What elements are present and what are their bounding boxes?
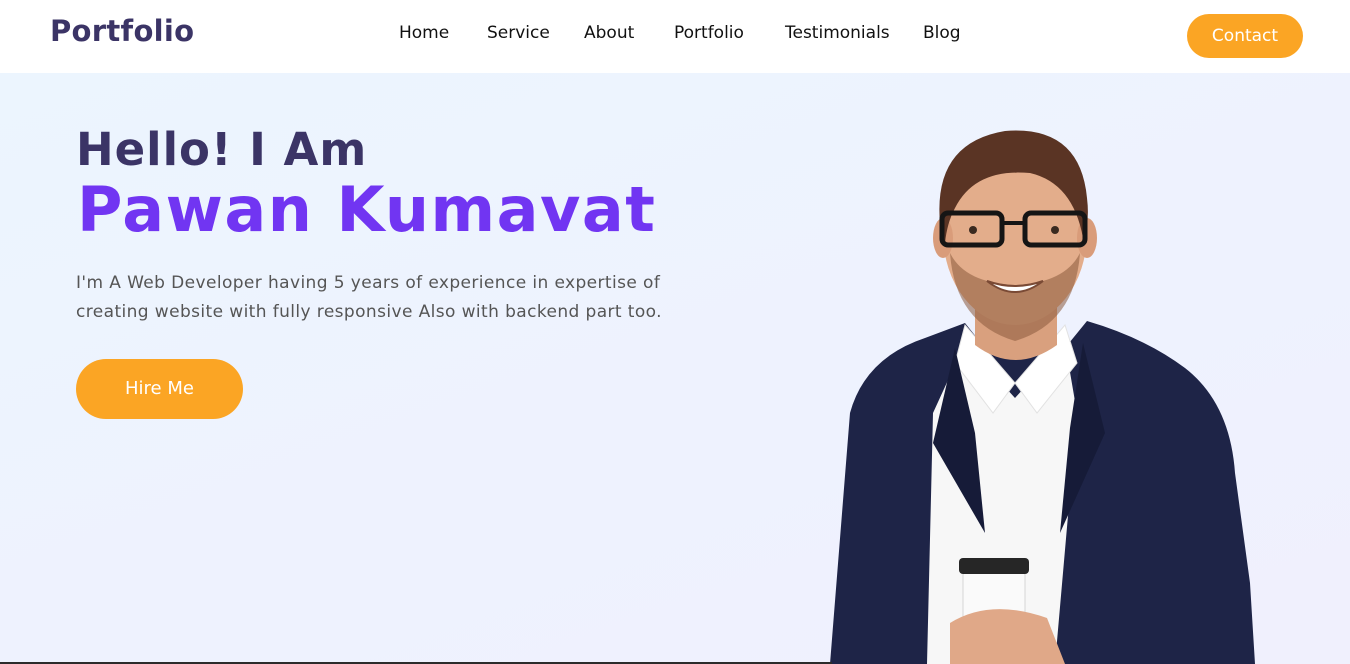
contact-button[interactable]: Contact xyxy=(1187,14,1303,58)
top-navbar: Portfolio Home Service About Portfolio T… xyxy=(0,0,1350,73)
nav-link-blog[interactable]: Blog xyxy=(923,23,961,43)
nav-link-about[interactable]: About xyxy=(584,23,634,43)
nav-link-testimonials[interactable]: Testimonials xyxy=(785,23,890,43)
portrait-image xyxy=(830,130,1255,664)
hero-greeting: Hello! I Am xyxy=(76,123,368,176)
hero-section: Hello! I Am Pawan Kumavat I'm A Web Deve… xyxy=(0,73,1350,664)
nav-link-home[interactable]: Home xyxy=(399,23,449,43)
hero-description: I'm A Web Developer having 5 years of ex… xyxy=(76,273,662,322)
hire-me-button[interactable]: Hire Me xyxy=(76,359,243,419)
hero-name: Pawan Kumavat xyxy=(77,173,657,246)
nav-link-service[interactable]: Service xyxy=(487,23,550,43)
main-nav: Home Service About Portfolio Testimonial… xyxy=(0,23,1350,47)
nav-link-portfolio[interactable]: Portfolio xyxy=(674,23,744,43)
